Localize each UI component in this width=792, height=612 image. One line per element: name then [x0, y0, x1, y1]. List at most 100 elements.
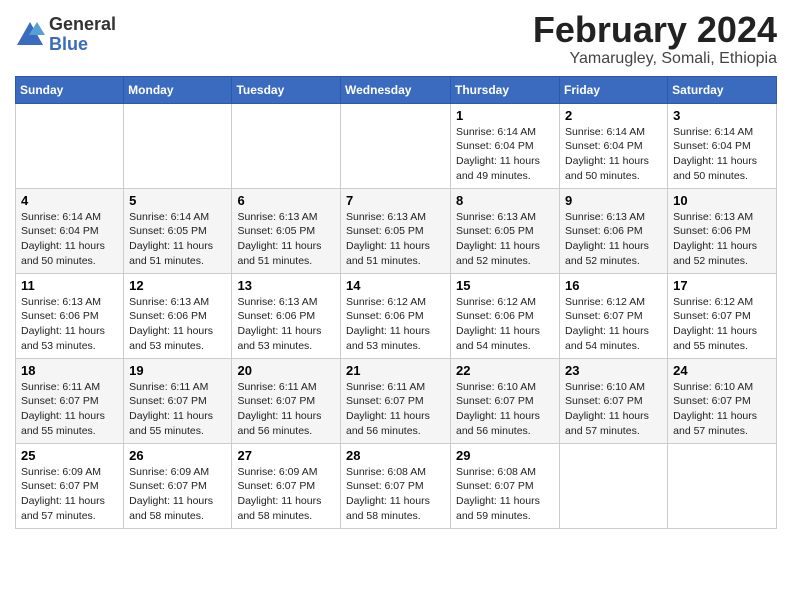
- logo-icon: [15, 20, 45, 50]
- day-info: Sunrise: 6:14 AM Sunset: 6:04 PM Dayligh…: [456, 125, 554, 184]
- calendar-cell: 7 Sunrise: 6:13 AM Sunset: 6:05 PM Daylig…: [341, 188, 451, 273]
- calendar-cell: 1 Sunrise: 6:14 AM Sunset: 6:04 PM Daylig…: [451, 103, 560, 188]
- calendar-cell: 18 Sunrise: 6:11 AM Sunset: 6:07 PM Dayli…: [16, 358, 124, 443]
- day-info: Sunrise: 6:10 AM Sunset: 6:07 PM Dayligh…: [673, 380, 771, 439]
- column-header-monday: Monday: [124, 76, 232, 103]
- calendar-cell: 22Sunrise: 6:10 AM Sunset: 6:07 PM Dayli…: [451, 358, 560, 443]
- calendar-cell: 20Sunrise: 6:11 AM Sunset: 6:07 PM Dayli…: [232, 358, 341, 443]
- day-info: Sunrise: 6:12 AM Sunset: 6:06 PM Dayligh…: [346, 295, 445, 354]
- logo: General Blue: [15, 15, 116, 55]
- day-number: 3: [673, 108, 771, 123]
- day-number: 15: [456, 278, 554, 293]
- calendar-cell: [16, 103, 124, 188]
- calendar-week-row: 4 Sunrise: 6:14 AM Sunset: 6:04 PM Daylig…: [16, 188, 777, 273]
- day-number: 12: [129, 278, 226, 293]
- column-header-friday: Friday: [560, 76, 668, 103]
- calendar-cell: 11 Sunrise: 6:13 AM Sunset: 6:06 PM Dayli…: [16, 273, 124, 358]
- day-info: Sunrise: 6:11 AM Sunset: 6:07 PM Dayligh…: [237, 380, 335, 439]
- calendar-cell: 26 Sunrise: 6:09 AM Sunset: 6:07 PM Dayli…: [124, 443, 232, 528]
- calendar-cell: 8 Sunrise: 6:13 AM Sunset: 6:05 PM Daylig…: [451, 188, 560, 273]
- day-info: Sunrise: 6:12 AM Sunset: 6:07 PM Dayligh…: [673, 295, 771, 354]
- day-number: 14: [346, 278, 445, 293]
- day-number: 13: [237, 278, 335, 293]
- day-number: 7: [346, 193, 445, 208]
- calendar-cell: 24 Sunrise: 6:10 AM Sunset: 6:07 PM Dayli…: [668, 358, 777, 443]
- calendar-header-row: SundayMondayTuesdayWednesdayThursdayFrid…: [16, 76, 777, 103]
- calendar-table: SundayMondayTuesdayWednesdayThursdayFrid…: [15, 76, 777, 529]
- calendar-week-row: 11 Sunrise: 6:13 AM Sunset: 6:06 PM Dayli…: [16, 273, 777, 358]
- day-info: Sunrise: 6:13 AM Sunset: 6:06 PM Dayligh…: [129, 295, 226, 354]
- day-number: 9: [565, 193, 662, 208]
- calendar-cell: 13Sunrise: 6:13 AM Sunset: 6:06 PM Dayli…: [232, 273, 341, 358]
- day-info: Sunrise: 6:13 AM Sunset: 6:05 PM Dayligh…: [456, 210, 554, 269]
- day-info: Sunrise: 6:09 AM Sunset: 6:07 PM Dayligh…: [129, 465, 226, 524]
- day-info: Sunrise: 6:11 AM Sunset: 6:07 PM Dayligh…: [129, 380, 226, 439]
- day-number: 10: [673, 193, 771, 208]
- calendar-cell: 25 Sunrise: 6:09 AM Sunset: 6:07 PM Dayli…: [16, 443, 124, 528]
- day-info: Sunrise: 6:08 AM Sunset: 6:07 PM Dayligh…: [456, 465, 554, 524]
- day-number: 21: [346, 363, 445, 378]
- calendar-cell: 10Sunrise: 6:13 AM Sunset: 6:06 PM Dayli…: [668, 188, 777, 273]
- calendar-cell: 29 Sunrise: 6:08 AM Sunset: 6:07 PM Dayli…: [451, 443, 560, 528]
- title-section: February 2024 Yamarugley, Somali, Ethiop…: [533, 10, 777, 68]
- day-number: 8: [456, 193, 554, 208]
- calendar-cell: 3Sunrise: 6:14 AM Sunset: 6:04 PM Daylig…: [668, 103, 777, 188]
- day-info: Sunrise: 6:14 AM Sunset: 6:04 PM Dayligh…: [21, 210, 118, 269]
- calendar-week-row: 18 Sunrise: 6:11 AM Sunset: 6:07 PM Dayli…: [16, 358, 777, 443]
- day-info: Sunrise: 6:09 AM Sunset: 6:07 PM Dayligh…: [21, 465, 118, 524]
- calendar-week-row: 1 Sunrise: 6:14 AM Sunset: 6:04 PM Daylig…: [16, 103, 777, 188]
- location-subtitle: Yamarugley, Somali, Ethiopia: [533, 50, 777, 68]
- day-number: 1: [456, 108, 554, 123]
- day-info: Sunrise: 6:14 AM Sunset: 6:05 PM Dayligh…: [129, 210, 226, 269]
- day-info: Sunrise: 6:12 AM Sunset: 6:06 PM Dayligh…: [456, 295, 554, 354]
- day-number: 24: [673, 363, 771, 378]
- column-header-thursday: Thursday: [451, 76, 560, 103]
- day-number: 27: [237, 448, 335, 463]
- day-info: Sunrise: 6:14 AM Sunset: 6:04 PM Dayligh…: [565, 125, 662, 184]
- day-number: 22: [456, 363, 554, 378]
- day-number: 16: [565, 278, 662, 293]
- day-info: Sunrise: 6:13 AM Sunset: 6:06 PM Dayligh…: [565, 210, 662, 269]
- day-info: Sunrise: 6:13 AM Sunset: 6:05 PM Dayligh…: [237, 210, 335, 269]
- column-header-tuesday: Tuesday: [232, 76, 341, 103]
- calendar-cell: 9 Sunrise: 6:13 AM Sunset: 6:06 PM Daylig…: [560, 188, 668, 273]
- day-info: Sunrise: 6:11 AM Sunset: 6:07 PM Dayligh…: [346, 380, 445, 439]
- page-header: General Blue February 2024 Yamarugley, S…: [15, 10, 777, 68]
- logo-blue-text: Blue: [49, 35, 116, 55]
- day-info: Sunrise: 6:11 AM Sunset: 6:07 PM Dayligh…: [21, 380, 118, 439]
- day-number: 6: [237, 193, 335, 208]
- calendar-cell: 19 Sunrise: 6:11 AM Sunset: 6:07 PM Dayli…: [124, 358, 232, 443]
- day-info: Sunrise: 6:12 AM Sunset: 6:07 PM Dayligh…: [565, 295, 662, 354]
- calendar-cell: 15 Sunrise: 6:12 AM Sunset: 6:06 PM Dayli…: [451, 273, 560, 358]
- month-year-title: February 2024: [533, 10, 777, 50]
- calendar-cell: 12 Sunrise: 6:13 AM Sunset: 6:06 PM Dayli…: [124, 273, 232, 358]
- column-header-wednesday: Wednesday: [341, 76, 451, 103]
- logo-general-text: General: [49, 15, 116, 35]
- day-number: 17: [673, 278, 771, 293]
- calendar-cell: 2 Sunrise: 6:14 AM Sunset: 6:04 PM Daylig…: [560, 103, 668, 188]
- day-info: Sunrise: 6:09 AM Sunset: 6:07 PM Dayligh…: [237, 465, 335, 524]
- calendar-cell: 16 Sunrise: 6:12 AM Sunset: 6:07 PM Dayli…: [560, 273, 668, 358]
- day-number: 29: [456, 448, 554, 463]
- day-number: 18: [21, 363, 118, 378]
- calendar-cell: 28Sunrise: 6:08 AM Sunset: 6:07 PM Dayli…: [341, 443, 451, 528]
- day-number: 2: [565, 108, 662, 123]
- calendar-cell: 23Sunrise: 6:10 AM Sunset: 6:07 PM Dayli…: [560, 358, 668, 443]
- day-info: Sunrise: 6:08 AM Sunset: 6:07 PM Dayligh…: [346, 465, 445, 524]
- calendar-cell: [232, 103, 341, 188]
- day-number: 4: [21, 193, 118, 208]
- day-number: 19: [129, 363, 226, 378]
- day-number: 26: [129, 448, 226, 463]
- calendar-cell: [124, 103, 232, 188]
- calendar-cell: [341, 103, 451, 188]
- calendar-cell: 5Sunrise: 6:14 AM Sunset: 6:05 PM Daylig…: [124, 188, 232, 273]
- calendar-cell: 17 Sunrise: 6:12 AM Sunset: 6:07 PM Dayli…: [668, 273, 777, 358]
- day-info: Sunrise: 6:13 AM Sunset: 6:06 PM Dayligh…: [21, 295, 118, 354]
- calendar-cell: 27 Sunrise: 6:09 AM Sunset: 6:07 PM Dayli…: [232, 443, 341, 528]
- day-number: 25: [21, 448, 118, 463]
- day-info: Sunrise: 6:13 AM Sunset: 6:05 PM Dayligh…: [346, 210, 445, 269]
- column-header-saturday: Saturday: [668, 76, 777, 103]
- calendar-week-row: 25 Sunrise: 6:09 AM Sunset: 6:07 PM Dayli…: [16, 443, 777, 528]
- day-number: 11: [21, 278, 118, 293]
- calendar-cell: 4 Sunrise: 6:14 AM Sunset: 6:04 PM Daylig…: [16, 188, 124, 273]
